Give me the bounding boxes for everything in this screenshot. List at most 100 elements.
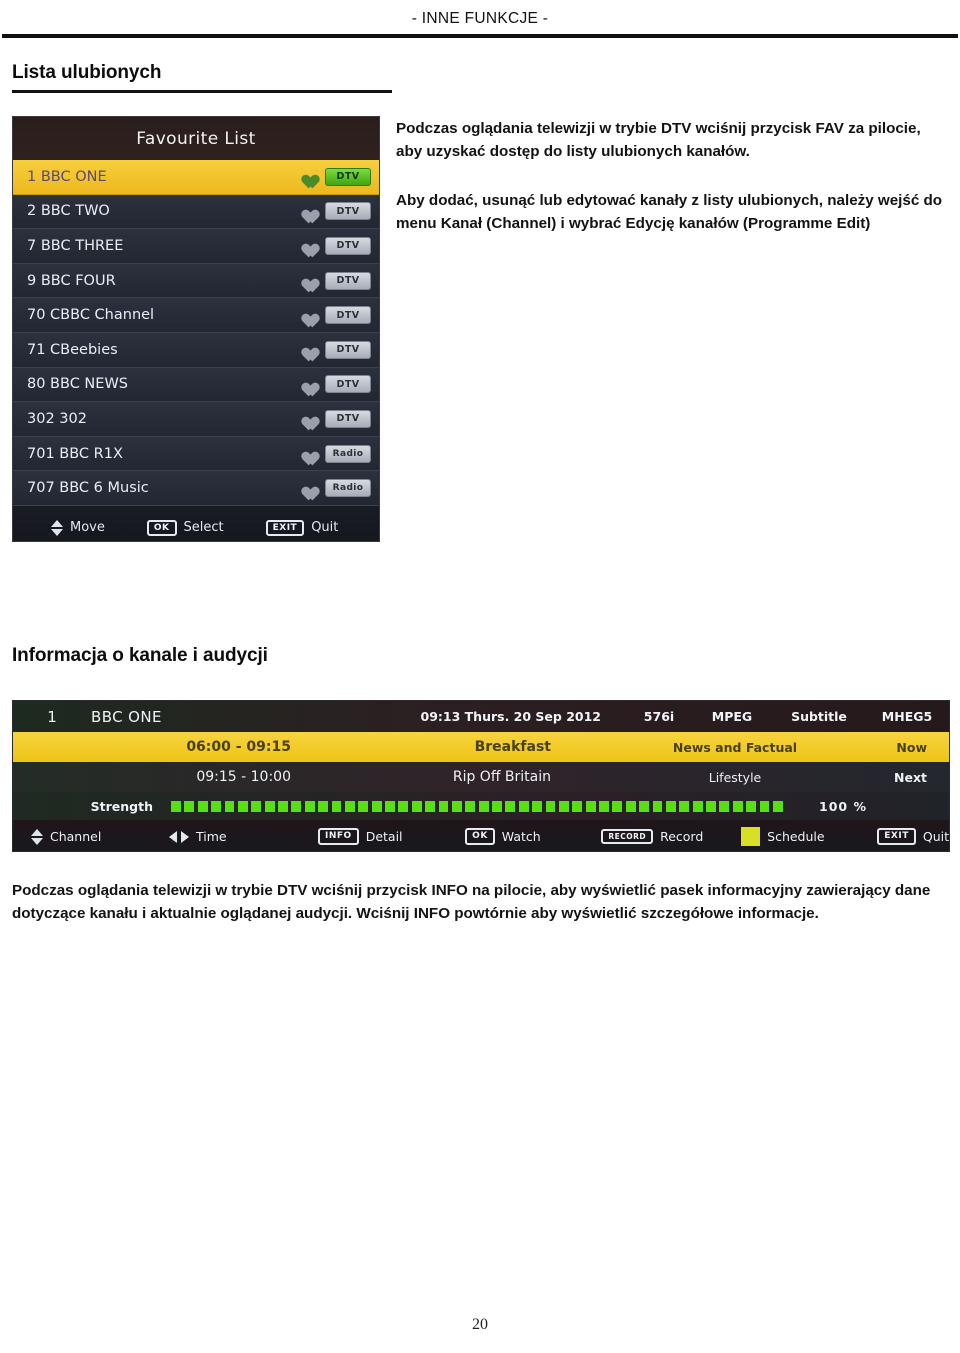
strength-segment [398,800,409,812]
footer-watch-hint[interactable]: OK Watch [465,828,601,845]
info-banner-next-row: 09:15 - 10:00 Rip Off Britain Lifestyle … [13,762,949,792]
strength-segment [264,800,275,812]
heart-icon [298,169,315,184]
yellow-square-icon [741,827,761,846]
next-time: 09:15 - 10:00 [196,769,291,785]
favourite-list-row[interactable]: 1 BBC ONE DTV [13,160,379,195]
ok-key-icon: OK [146,519,177,537]
strength-segment [385,800,395,812]
favourite-list-row[interactable]: 80 BBC NEWS DTV [13,367,379,403]
time-label: Time [195,829,227,844]
channel-label: 1 BBC ONE [27,168,107,185]
favourite-list-row[interactable]: 71 CBeebies DTV [13,332,379,368]
select-label: Select [183,520,224,536]
heart-icon [298,238,315,253]
strength-segment [612,800,623,812]
channel-label: 9 BBC FOUR [27,272,116,289]
channel-type-badge: DTV [325,375,371,394]
channel-label: 701 BBC R1X [27,445,123,462]
channel-type-badge: DTV [325,409,371,428]
watch-label: Watch [501,828,541,844]
heart-icon [298,308,315,323]
channel-type-badge: Radio [325,479,371,498]
footer-detail-hint[interactable]: INFO Detail [318,828,465,845]
strength-segment [492,800,502,812]
heart-icon [298,411,315,426]
page-number: 20 [472,1316,488,1333]
strength-segment [358,800,369,812]
favourites-instructions: Podczas oglądania telewizji w trybie DTV… [396,118,948,235]
channel-type-badge: Radio [325,444,371,463]
footer-schedule-hint[interactable]: Schedule [741,827,877,846]
resolution-label: 576i [643,709,675,724]
channel-type-badge: DTV [325,306,371,325]
record-key-icon: RECORD [601,829,654,844]
favourite-list-row[interactable]: 707 BBC 6 Music Radio [13,471,379,506]
channel-name: BBC ONE [91,707,162,726]
section-title-favourites: Lista ulubionych [12,62,162,83]
favourite-list-screenshot: Favourite List 1 BBC ONE DTV 2 BBC TWO DTV 7… [12,116,380,542]
signal-strength-row: Strength 100 % [13,792,949,820]
section-title-channel-info: Informacja o kanale i audycji [12,645,268,666]
strength-segment [732,800,743,812]
subtitle-label: Subtitle [791,709,847,724]
page-running-header: - INNE FUNKCJE - [411,10,549,27]
left-right-arrows-icon [168,830,189,843]
heart-icon [298,273,315,288]
strength-segment [211,800,222,812]
strength-segment [371,800,382,812]
detail-label: Detail [365,828,403,844]
footer-record-hint[interactable]: RECORD Record [601,829,741,844]
footer-quit-hint[interactable]: EXIT Quit [265,519,338,537]
strength-segment [411,800,422,812]
channel-type-badge: DTV [325,236,371,255]
footer-quit-hint[interactable]: EXIT Quit [877,828,949,845]
now-badge: Now [896,739,927,755]
strength-segment [558,800,569,812]
strength-segment [692,800,703,812]
channel-type-badge: DTV [325,271,371,290]
footer-time-hint[interactable]: Time [168,829,318,844]
info-banner-screenshot: 1 BBC ONE 09:13 Thurs. 20 Sep 2012 576i … [12,700,950,852]
header-divider-rule [2,34,958,38]
strength-segment [639,800,650,812]
strength-segment [451,800,462,812]
footer-select-hint[interactable]: OK Select [146,519,224,537]
strength-segment [331,800,342,812]
heart-icon [298,377,315,392]
heart-icon [298,342,315,357]
strength-segment [224,800,235,812]
favourite-list-row[interactable]: 7 BBC THREE DTV [13,229,379,264]
channel-label: 70 CBBC Channel [27,307,155,324]
strength-segment [505,800,516,812]
footer-move-hint[interactable]: Move [51,519,105,536]
strength-segment [572,800,583,812]
quit-label: Quit [922,828,949,844]
heart-icon [298,446,315,461]
channel-type-badge: DTV [325,202,371,221]
footer-channel-hint[interactable]: Channel [31,828,169,845]
heart-icon [298,204,315,219]
strength-segment [465,800,476,812]
favourite-list-rows: 1 BBC ONE DTV 2 BBC TWO DTV 7 BBC THREE DTV 9 … [13,160,379,506]
favourite-list-row[interactable]: 2 BBC TWO DTV [13,194,379,230]
now-genre: News and Factual [672,739,798,755]
now-programme: Breakfast [474,739,551,755]
fav-paragraph-1: Podczas oglądania telewizji w trybie DTV… [396,120,921,160]
channel-type-badge: DTV [325,167,371,186]
favourite-list-footer: Move OK Select EXIT Quit [13,505,379,541]
info-banner-now-row: 06:00 - 09:15 Breakfast News and Factual… [13,732,949,762]
favourite-list-row[interactable]: 70 CBBC Channel DTV [13,298,379,333]
next-badge: Next [894,769,927,785]
favourite-list-row[interactable]: 701 BBC R1X Radio [13,436,379,472]
clock-datetime: 09:13 Thurs. 20 Sep 2012 [420,709,602,724]
up-down-arrows-icon [31,828,43,845]
favourite-list-row[interactable]: 9 BBC FOUR DTV [13,263,379,299]
strength-percent: 100 % [819,798,867,814]
strength-label: Strength [90,798,153,814]
strength-segment [772,800,783,812]
strength-segment [184,800,195,812]
now-time: 06:00 - 09:15 [186,739,291,755]
strength-segment [171,800,181,812]
favourite-list-row[interactable]: 302 302 DTV [13,402,379,437]
